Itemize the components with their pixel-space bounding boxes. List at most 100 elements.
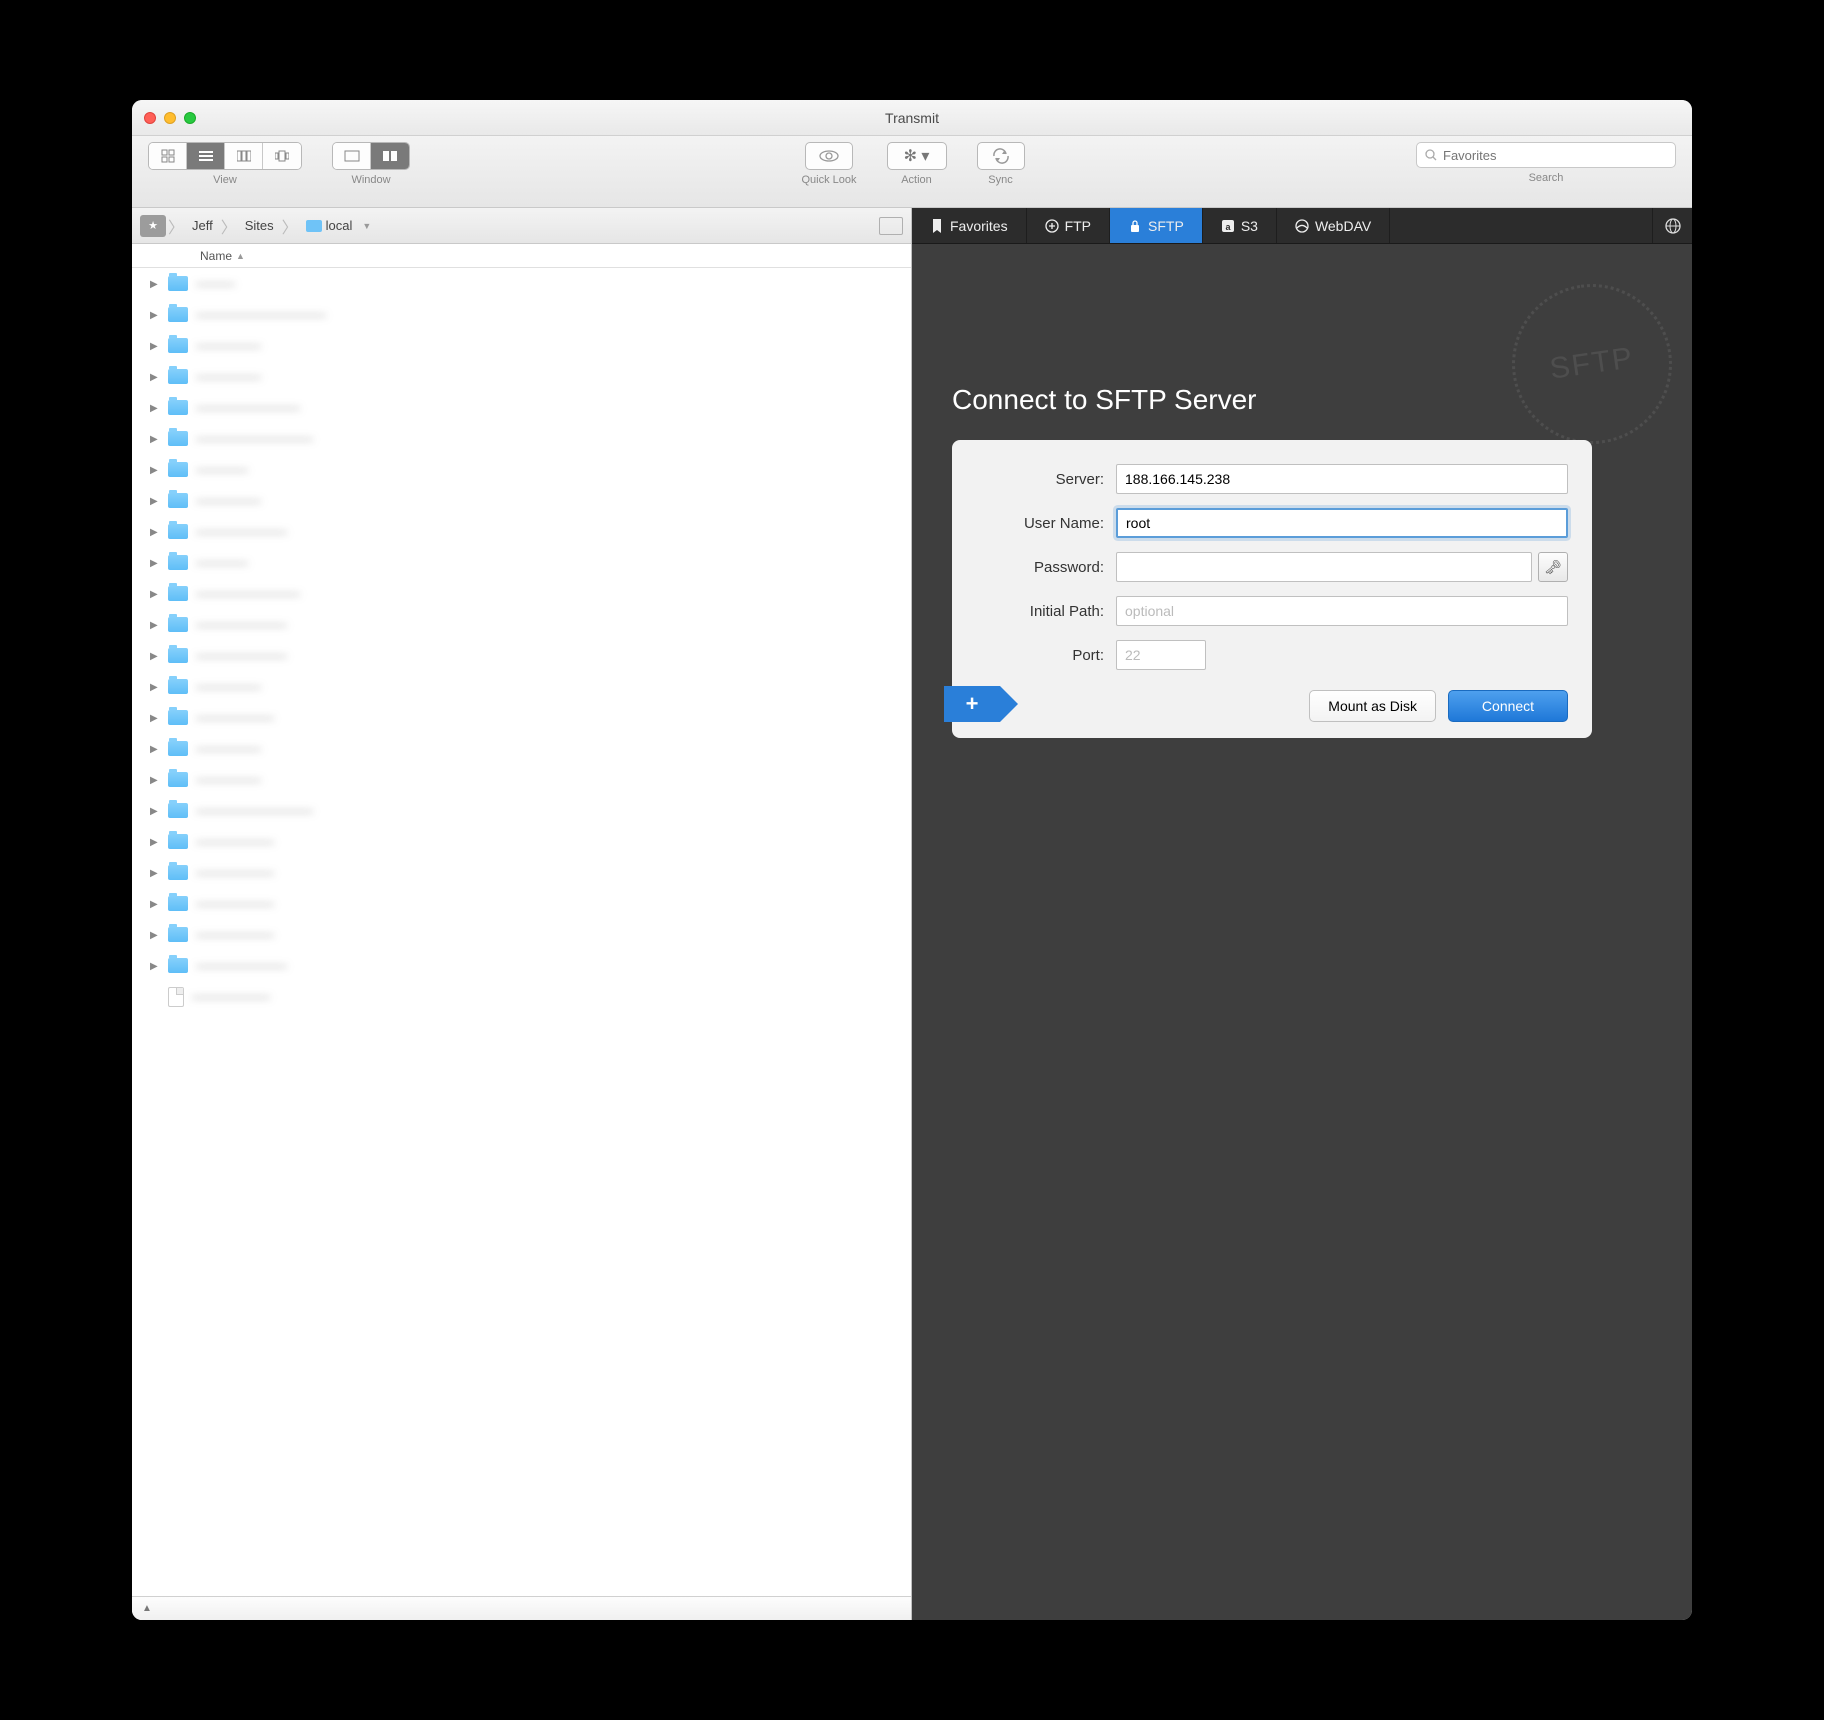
disclosure-triangle-icon[interactable]: ▶ xyxy=(150,465,160,475)
disclosure-triangle-icon[interactable]: ▶ xyxy=(150,279,160,289)
list-item[interactable]: ▶——————— xyxy=(132,640,911,671)
single-pane-button[interactable] xyxy=(333,143,371,169)
quicklook-button[interactable] xyxy=(805,142,853,170)
list-item[interactable]: ▶ ——————— xyxy=(132,516,911,547)
folder-icon xyxy=(168,555,188,570)
disclosure-triangle-icon[interactable]: ▶ xyxy=(150,775,160,785)
list-item[interactable]: ▶————— xyxy=(132,330,911,361)
action-button[interactable]: ✻ ▾ xyxy=(887,142,947,170)
breadcrumb-1[interactable]: Sites xyxy=(239,218,280,233)
disclosure-triangle-icon[interactable]: ▲ xyxy=(142,1603,152,1614)
file-name: ————————— xyxy=(196,803,911,818)
file-name: ———— xyxy=(196,462,911,477)
disclosure-triangle-icon[interactable]: ▶ xyxy=(150,868,160,878)
disclosure-triangle-icon[interactable]: ▶ xyxy=(150,682,160,692)
file-name: ——————— xyxy=(196,524,911,539)
disclosure-triangle-icon[interactable]: ▶ xyxy=(150,372,160,382)
list-item[interactable]: ▶———— xyxy=(132,547,911,578)
view-icons-button[interactable] xyxy=(149,143,187,169)
key-button[interactable]: 🗝 xyxy=(1538,552,1568,582)
search-input[interactable] xyxy=(1443,148,1667,163)
disclosure-triangle-icon[interactable]: ▶ xyxy=(150,527,160,537)
tab-favorites[interactable]: Favorites xyxy=(912,208,1027,243)
folder-icon xyxy=(168,958,188,973)
list-item[interactable]: ▶————— xyxy=(132,733,911,764)
disk-selector-button[interactable] xyxy=(879,217,903,235)
folder-icon xyxy=(168,431,188,446)
disclosure-triangle-icon[interactable]: ▶ xyxy=(150,558,160,568)
mount-as-disk-button[interactable]: Mount as Disk xyxy=(1309,690,1436,722)
username-input[interactable] xyxy=(1116,508,1568,538)
list-item[interactable]: ▶ ————————— xyxy=(132,795,911,826)
initialpath-input[interactable] xyxy=(1116,596,1568,626)
view-columns-button[interactable] xyxy=(225,143,263,169)
tab-s3[interactable]: a S3 xyxy=(1203,208,1277,243)
list-item[interactable]: ▶—————————— xyxy=(132,299,911,330)
breadcrumb-2[interactable]: local▼ xyxy=(300,218,378,233)
disclosure-triangle-icon[interactable]: ▶ xyxy=(150,434,160,444)
column-header-name[interactable]: Name▲ xyxy=(132,244,911,268)
dual-pane-button[interactable] xyxy=(371,143,409,169)
connect-button[interactable]: Connect xyxy=(1448,690,1568,722)
view-coverflow-button[interactable] xyxy=(263,143,301,169)
folder-icon xyxy=(168,617,188,632)
path-root-button[interactable]: ★ xyxy=(140,215,166,237)
search-icon xyxy=(1425,149,1437,161)
disclosure-triangle-icon[interactable]: ▶ xyxy=(150,744,160,754)
disclosure-triangle-icon[interactable]: ▶ xyxy=(150,961,160,971)
list-item[interactable]: ▶—————— xyxy=(132,857,911,888)
sync-button[interactable] xyxy=(977,142,1025,170)
list-item[interactable]: ▶————— xyxy=(132,671,911,702)
list-item[interactable]: ▶————— xyxy=(132,361,911,392)
list-item[interactable]: —————— xyxy=(132,981,911,1012)
disclosure-triangle-icon[interactable] xyxy=(150,992,160,1002)
file-list[interactable]: ▶———▶——————————▶—————▶—————▶————————▶———… xyxy=(132,268,911,1596)
disclosure-triangle-icon[interactable]: ▶ xyxy=(150,713,160,723)
list-item[interactable]: ▶—————— xyxy=(132,888,911,919)
list-item[interactable]: ▶———————— xyxy=(132,392,911,423)
folder-icon xyxy=(168,276,188,291)
disclosure-triangle-icon[interactable]: ▶ xyxy=(150,310,160,320)
disclosure-triangle-icon[interactable]: ▶ xyxy=(150,651,160,661)
list-item[interactable]: ▶————— xyxy=(132,485,911,516)
port-input[interactable] xyxy=(1116,640,1206,670)
toolbar: View Window Quick Look ✻ ▾ Action Sync xyxy=(132,136,1692,208)
search-group: Search xyxy=(1416,142,1676,184)
list-item[interactable]: ▶———————— xyxy=(132,578,911,609)
disclosure-triangle-icon[interactable]: ▶ xyxy=(150,403,160,413)
sync-label: Sync xyxy=(988,174,1012,186)
password-input[interactable] xyxy=(1116,552,1532,582)
disclosure-triangle-icon[interactable]: ▶ xyxy=(150,496,160,506)
folder-icon xyxy=(168,865,188,880)
disclosure-triangle-icon[interactable]: ▶ xyxy=(150,341,160,351)
disclosure-triangle-icon[interactable]: ▶ xyxy=(150,930,160,940)
list-item[interactable]: ▶————— xyxy=(132,764,911,795)
action-label: Action xyxy=(901,174,932,186)
list-item[interactable]: ▶————————— xyxy=(132,423,911,454)
breadcrumb-0[interactable]: Jeff xyxy=(186,218,219,233)
list-item[interactable]: ▶—————— xyxy=(132,919,911,950)
add-favorite-button[interactable]: + xyxy=(944,686,1000,722)
list-item[interactable]: ▶ ———— xyxy=(132,454,911,485)
list-item[interactable]: ▶——————— xyxy=(132,609,911,640)
folder-icon xyxy=(168,493,188,508)
folder-icon xyxy=(168,307,188,322)
folder-icon xyxy=(168,338,188,353)
tab-webdav[interactable]: WebDAV xyxy=(1277,208,1390,243)
server-input[interactable] xyxy=(1116,464,1568,494)
list-item[interactable]: ▶—————— xyxy=(132,826,911,857)
disclosure-triangle-icon[interactable]: ▶ xyxy=(150,837,160,847)
folder-icon xyxy=(168,834,188,849)
disclosure-triangle-icon[interactable]: ▶ xyxy=(150,806,160,816)
globe-button[interactable] xyxy=(1652,208,1692,243)
disclosure-triangle-icon[interactable]: ▶ xyxy=(150,589,160,599)
tab-sftp[interactable]: SFTP xyxy=(1110,208,1203,243)
search-box[interactable] xyxy=(1416,142,1676,168)
list-item[interactable]: ▶——————— xyxy=(132,950,911,981)
view-list-button[interactable] xyxy=(187,143,225,169)
disclosure-triangle-icon[interactable]: ▶ xyxy=(150,899,160,909)
tab-ftp[interactable]: FTP xyxy=(1027,208,1110,243)
list-item[interactable]: ▶——— xyxy=(132,268,911,299)
list-item[interactable]: ▶—————— xyxy=(132,702,911,733)
disclosure-triangle-icon[interactable]: ▶ xyxy=(150,620,160,630)
